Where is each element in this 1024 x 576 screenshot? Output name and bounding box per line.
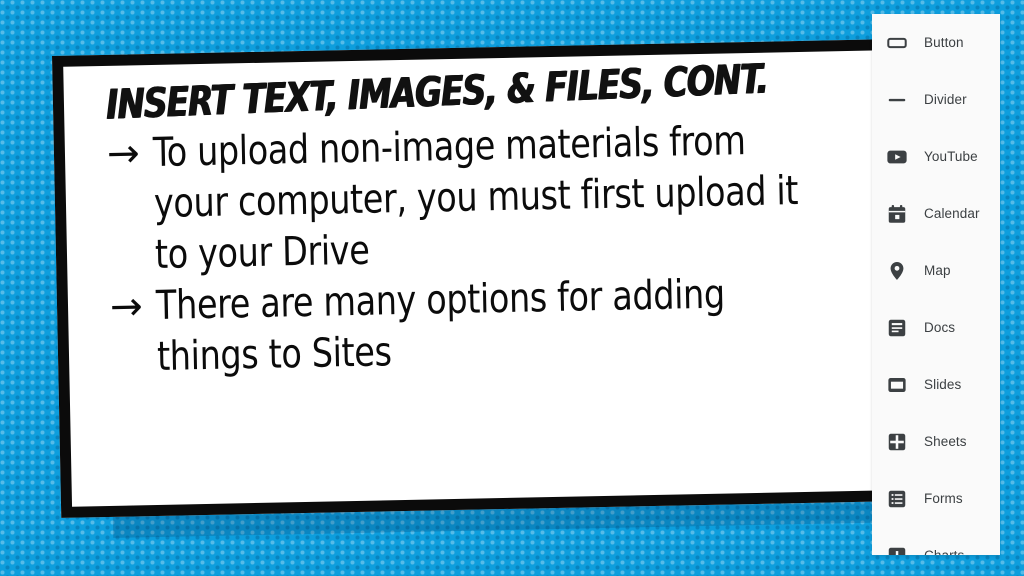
panel-item-label: Forms xyxy=(924,491,963,506)
slides-icon xyxy=(884,372,910,398)
panel-item-label: Button xyxy=(924,35,964,50)
arrow-bullet-icon: → xyxy=(109,283,144,330)
sheets-icon xyxy=(884,429,910,455)
panel-item-label: Divider xyxy=(924,92,967,107)
slide-card: INSERT TEXT, IMAGES, & FILES, CONT. → To… xyxy=(52,38,922,518)
panel-item-docs[interactable]: Docs xyxy=(872,299,1000,356)
list-item-text: There are many options for adding things… xyxy=(155,271,726,380)
panel-item-label: Map xyxy=(924,263,951,278)
list-item: → To upload non-image materials from you… xyxy=(106,113,875,281)
panel-item-label: Slides xyxy=(924,377,962,392)
panel-item-charts[interactable]: Charts xyxy=(872,527,1000,555)
panel-item-forms[interactable]: Forms xyxy=(872,470,1000,527)
forms-icon xyxy=(884,486,910,512)
panel-item-label: Calendar xyxy=(924,206,980,221)
panel-item-sheets[interactable]: Sheets xyxy=(872,413,1000,470)
list-item-text: To upload non-image materials from your … xyxy=(152,117,799,278)
list-item: → There are many options for adding thin… xyxy=(110,266,878,383)
slide-stage: INSERT TEXT, IMAGES, & FILES, CONT. → To… xyxy=(0,0,1024,576)
docs-icon xyxy=(884,315,910,341)
map-pin-icon xyxy=(884,258,910,284)
bullet-list: → To upload non-image materials from you… xyxy=(106,113,877,383)
charts-icon xyxy=(884,543,910,555)
button-icon xyxy=(884,30,910,56)
panel-item-divider[interactable]: Divider xyxy=(872,71,1000,128)
panel-item-label: Docs xyxy=(924,320,956,335)
panel-item-slides[interactable]: Slides xyxy=(872,356,1000,413)
calendar-icon xyxy=(884,201,910,227)
panel-item-calendar[interactable]: Calendar xyxy=(872,185,1000,242)
panel-item-label: Charts xyxy=(924,548,964,555)
panel-item-label: YouTube xyxy=(924,149,978,164)
divider-icon xyxy=(884,87,910,113)
panel-item-map[interactable]: Map xyxy=(872,242,1000,299)
panel-item-label: Sheets xyxy=(924,434,967,449)
slide-card-content: INSERT TEXT, IMAGES, & FILES, CONT. → To… xyxy=(63,50,910,507)
youtube-icon xyxy=(884,144,910,170)
panel-item-button[interactable]: Button xyxy=(872,14,1000,71)
arrow-bullet-icon: → xyxy=(106,130,141,177)
insert-panel[interactable]: Button Divider YouTube Calendar Map Docs… xyxy=(872,14,1000,555)
page-title: INSERT TEXT, IMAGES, & FILES, CONT. xyxy=(105,54,769,129)
panel-item-youtube[interactable]: YouTube xyxy=(872,128,1000,185)
